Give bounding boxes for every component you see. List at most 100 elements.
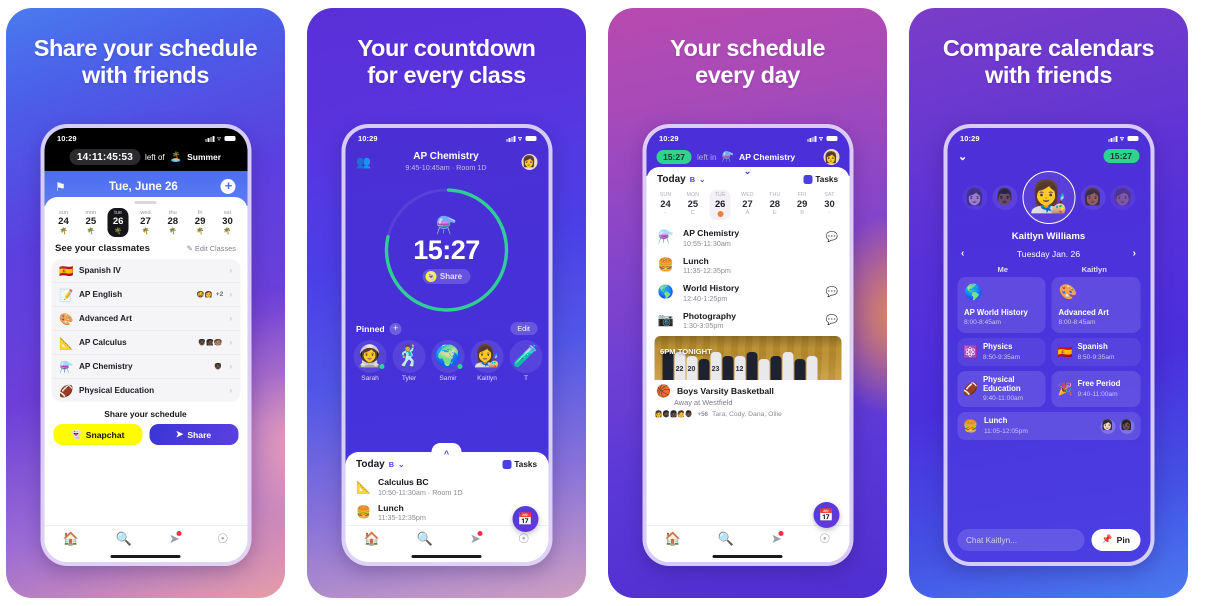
schedule-cell[interactable]: 🎉 Free Period 9:40-11:00am: [1051, 370, 1140, 408]
day-letter[interactable]: B: [690, 175, 695, 184]
friend-item[interactable]: 👩‍🚀 Sarah: [352, 340, 388, 382]
friend-avatar[interactable]: 👩🏾: [1080, 184, 1105, 210]
class-row[interactable]: 🇪🇸 Spanish IV ›: [51, 259, 240, 284]
friend-item[interactable]: 🧪 T: [508, 340, 544, 382]
tasks-button[interactable]: Tasks: [502, 460, 537, 469]
day-cell[interactable]: SUN 24 -: [655, 190, 676, 220]
chevron-down-icon[interactable]: ⌄: [398, 460, 404, 469]
countdown-banner[interactable]: 14:11:45:53 left of 🏝️ Summer: [44, 147, 247, 171]
collapse-sheet-button[interactable]: ⌄: [732, 167, 763, 179]
event-row[interactable]: 🍔 Lunch 11:35-12:35pm: [646, 252, 849, 280]
profile-icon[interactable]: ☉: [819, 532, 831, 545]
profile-icon[interactable]: ☉: [518, 532, 530, 545]
schedule-cell[interactable]: 🌎 AP World History 8:00-8:45am: [957, 277, 1046, 334]
snapchat-button[interactable]: 👻 Snapchat: [53, 424, 142, 446]
avatar[interactable]: 👩‍🎨: [1022, 170, 1075, 224]
day-cell[interactable]: WED 27 A: [737, 190, 758, 220]
class-icon: ⚗️: [59, 359, 74, 374]
day-cell[interactable]: sat 30 🌴: [217, 208, 238, 237]
chevron-down-icon[interactable]: ⌄: [699, 175, 705, 184]
day-number: 24: [660, 198, 671, 209]
avatar[interactable]: 👩: [823, 149, 839, 165]
prev-day-button[interactable]: ‹: [961, 248, 964, 259]
comment-icon[interactable]: 💬: [826, 232, 838, 243]
edit-pinned-button[interactable]: Edit: [510, 322, 537, 335]
day-cell[interactable]: wed 27 🌴: [135, 208, 156, 237]
event-row[interactable]: 📷 Photography 1:30-3:05pm 💬: [646, 307, 849, 335]
chevron-down-icon[interactable]: ⌄: [958, 150, 967, 163]
share-button[interactable]: ➤ Share: [149, 424, 238, 446]
avatar[interactable]: 👩: [521, 153, 537, 170]
search-icon[interactable]: 🔍: [718, 532, 734, 545]
add-event-fab[interactable]: 📅: [813, 502, 839, 528]
tasks-button[interactable]: Tasks: [803, 175, 838, 184]
day-cell[interactable]: FRI 29 B: [792, 190, 813, 220]
schedule-cell[interactable]: 🇪🇸 Spanish 8:50-9:35am: [1051, 338, 1140, 366]
friend-avatar[interactable]: 👨🏿: [992, 184, 1017, 210]
chevron-right-icon: ›: [229, 386, 232, 396]
comment-icon[interactable]: 💬: [826, 315, 838, 326]
class-row[interactable]: 🎨 Advanced Art ›: [51, 307, 240, 332]
add-button[interactable]: +: [220, 179, 236, 194]
current-date: Tue, June 26: [108, 180, 178, 193]
friend-item[interactable]: 👩‍🎨 Kaitlyn: [469, 340, 505, 382]
schedule-cell[interactable]: ⚛️ Physics 8:50-9:35am: [957, 338, 1046, 366]
people-icon[interactable]: 👥: [356, 155, 371, 169]
status-indicators: ▿: [1108, 135, 1138, 143]
home-icon[interactable]: 🏠: [63, 532, 79, 545]
day-cell-selected[interactable]: TUE 26: [709, 190, 731, 221]
search-icon[interactable]: 🔍: [116, 532, 132, 545]
send-icon[interactable]: ➤: [169, 531, 182, 545]
home-icon[interactable]: 🏠: [364, 532, 380, 545]
event-row[interactable]: ⚗️ AP Chemistry 10:55-11:30am 💬: [646, 224, 849, 252]
day-cell[interactable]: fri 29 🌴: [190, 208, 211, 237]
day-cell[interactable]: SAT 30 -: [819, 190, 840, 220]
event-time: 10:50-11:30am · Room 1D: [378, 487, 463, 497]
send-icon[interactable]: ➤: [470, 531, 483, 545]
day-number: 30: [824, 198, 835, 209]
add-event-fab[interactable]: 📅: [512, 506, 538, 532]
day-cell[interactable]: sun 24 🌴: [53, 208, 74, 237]
event-row[interactable]: 🌎 World History 12:40-1:25pm 💬: [646, 279, 849, 307]
next-day-button[interactable]: ›: [1133, 248, 1136, 259]
friend-item[interactable]: 🕺 Tyler: [391, 340, 427, 382]
class-icon: 🇪🇸: [1057, 345, 1073, 360]
week-strip-3: SUN 24 - MON 25 C TUE 26 WED 27 A THU 28…: [646, 189, 849, 224]
home-icon[interactable]: 🏠: [665, 532, 681, 545]
chat-input[interactable]: Chat Kaitlyn...: [957, 529, 1085, 551]
day-cell[interactable]: mon 25 🌴: [80, 208, 101, 237]
expand-sheet-button[interactable]: ^: [431, 443, 462, 459]
day-cell[interactable]: THU 28 E: [764, 190, 785, 220]
profile-icon[interactable]: ☉: [217, 532, 229, 545]
edit-classes-button[interactable]: ✎ Edit Classes: [187, 244, 236, 253]
sheet-grabber[interactable]: [134, 201, 157, 204]
time-remaining-pill: 15:27: [656, 150, 692, 164]
class-row[interactable]: 📝 AP English 🧔 👩 +2 ›: [51, 283, 240, 308]
comparison-grid: 🌎 AP World History 8:00-8:45am 🎨 Advance…: [947, 277, 1150, 440]
friend-avatar[interactable]: 👩🏻: [962, 184, 987, 210]
shared-lunch-cell[interactable]: 🍔 Lunch 11:05-12:05pm 👩🏻 👩🏿: [957, 412, 1140, 440]
palm-tree-icon: 🌴: [114, 226, 123, 235]
event-row[interactable]: 📐 Calculus BC 10:50-11:30am · Room 1D: [345, 474, 548, 500]
class-row[interactable]: 🏈 Physical Education ›: [51, 379, 240, 402]
day-cell[interactable]: MON 25 C: [682, 190, 703, 220]
event-photo[interactable]: 22 20 23 12 6PM TONIGHT: [654, 336, 841, 381]
pin-button[interactable]: 📌 Pin: [1091, 529, 1140, 551]
share-snap-button[interactable]: 👻 Share: [422, 268, 471, 284]
friend-item[interactable]: 🌍 Samir: [430, 340, 466, 382]
ghost-icon: 👻: [70, 429, 82, 440]
friend-avatar[interactable]: 🧑🏽: [1110, 184, 1135, 210]
send-icon[interactable]: ➤: [771, 531, 784, 545]
day-cell[interactable]: thu 28 🌴: [162, 208, 183, 237]
countdown-label: left of: [145, 152, 165, 162]
day-letter[interactable]: B: [389, 460, 394, 469]
comment-icon[interactable]: 💬: [826, 287, 838, 298]
schedule-cell[interactable]: 🏈 Physical Education 9:40-11:00am: [957, 370, 1046, 408]
class-row[interactable]: 📐 AP Calculus 👨🏿 👩🏿 🧑🏽 ›: [51, 331, 240, 356]
day-cell-selected[interactable]: tue 26 🌴: [107, 208, 129, 238]
search-icon[interactable]: 🔍: [417, 532, 433, 545]
schedule-cell[interactable]: 🎨 Advanced Art 8:00-8:45am: [1051, 277, 1140, 334]
class-row[interactable]: ⚗️ AP Chemistry 👨🏿 ›: [51, 355, 240, 380]
add-pinned-button[interactable]: +: [389, 322, 402, 335]
tag-icon[interactable]: ⚑: [55, 180, 66, 194]
